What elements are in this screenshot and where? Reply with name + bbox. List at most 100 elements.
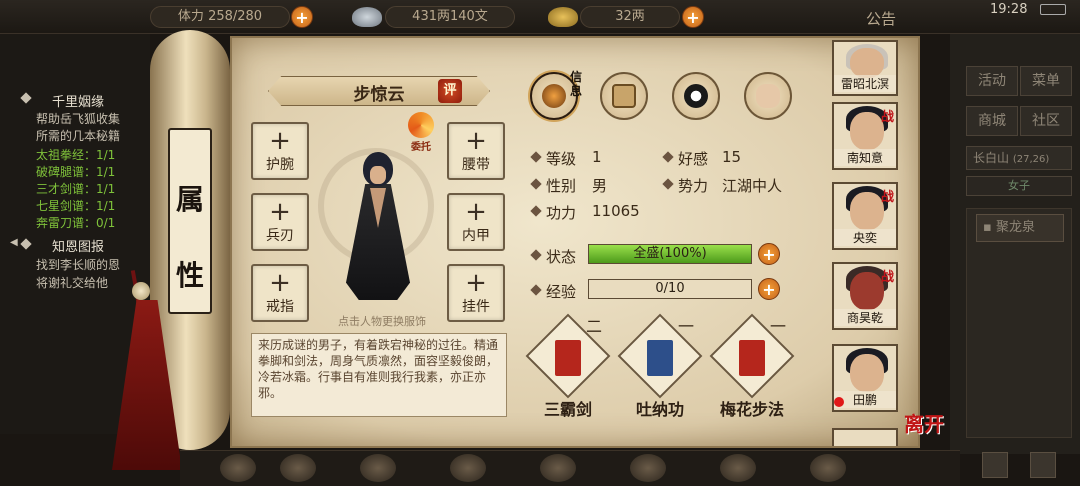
- book-icon: [647, 340, 673, 376]
- level-label: 等级: [546, 150, 577, 168]
- restore-status-button[interactable]: +: [758, 243, 780, 265]
- rate-button[interactable]: 评: [438, 79, 462, 103]
- stamina-label: 体力: [177, 9, 204, 24]
- party-member[interactable]: 雷昭北溟: [832, 40, 898, 96]
- slot-label: 护腕: [266, 157, 294, 173]
- bottom-nav-icon[interactable]: [360, 454, 396, 482]
- quest-item: 太祖拳经：1/1: [36, 148, 116, 162]
- entrust-label: 委托: [411, 142, 431, 153]
- skill-rank: 一: [678, 317, 695, 336]
- tab-skills[interactable]: [672, 72, 720, 120]
- tag-char-1: 属: [175, 183, 204, 216]
- tab-meridians[interactable]: [744, 72, 792, 120]
- character-bio: 来历成谜的男子，有着跌宕神秘的过往。精通拳脚和剑法，周身气质凛然，面容坚毅俊朗，…: [251, 333, 507, 417]
- quest-item: 奔雷刀谱：0/1: [36, 216, 116, 230]
- gender-label: 性别: [546, 177, 577, 195]
- gold-value: 32两: [580, 6, 680, 28]
- menu-button[interactable]: 菜单: [1020, 66, 1072, 96]
- leave-button[interactable]: 离开: [904, 408, 948, 437]
- quest-item: 破碑腿谱：1/1: [36, 165, 116, 179]
- quest-desc-4: 将谢礼交给他: [36, 276, 109, 290]
- plus-icon: +: [465, 126, 487, 156]
- skill-name: 吐纳功: [635, 400, 684, 419]
- party-member[interactable]: 央奕 战: [832, 182, 898, 250]
- plus-icon: +: [269, 197, 291, 227]
- place-name: 聚龙泉: [995, 220, 1035, 235]
- faction-value: 江湖中人: [722, 177, 783, 195]
- entrust-button[interactable]: 委托: [406, 112, 436, 153]
- bottom-nav-icon[interactable]: [810, 454, 846, 482]
- exp-value: 0/10: [655, 281, 685, 296]
- place-item[interactable]: ▪ 聚龙泉: [976, 214, 1064, 242]
- chat-toggle-icon[interactable]: [982, 452, 1008, 478]
- power-label: 功力: [546, 204, 577, 222]
- slot-label: 腰带: [462, 157, 490, 173]
- status-value: 全盛(100%): [633, 246, 707, 261]
- party-member[interactable]: 商昊乾 战: [832, 262, 898, 330]
- tab-inventory[interactable]: [600, 72, 648, 120]
- bag-icon: [612, 84, 636, 108]
- slot-label: 内甲: [462, 228, 490, 244]
- plus-icon: +: [465, 197, 487, 227]
- money-value: 431两140文: [385, 6, 515, 28]
- portrait-face: [850, 112, 884, 150]
- entrust-icon: [408, 112, 434, 138]
- activity-button[interactable]: 活动: [966, 66, 1018, 96]
- status-bar: 全盛(100%): [588, 244, 752, 264]
- slot-wrist[interactable]: + 护腕: [251, 122, 309, 180]
- gold-ingot-icon: [548, 7, 578, 27]
- favor-value: 15: [722, 148, 742, 166]
- battle-badge: 战: [880, 270, 894, 285]
- add-exp-button[interactable]: +: [758, 278, 780, 300]
- community-button[interactable]: 社区: [1020, 106, 1072, 136]
- plus-icon: +: [465, 268, 487, 298]
- slot-pendant[interactable]: + 挂件: [447, 264, 505, 322]
- skill-rank: 一: [770, 317, 787, 336]
- battery-icon: [1040, 4, 1066, 15]
- chat-channel-icon[interactable]: [1030, 452, 1056, 478]
- location-coords: (27,26): [1012, 154, 1050, 165]
- stamina-value: 258/280: [208, 9, 263, 24]
- faction-label: 势力: [678, 177, 709, 195]
- plus-icon: +: [269, 126, 291, 156]
- slot-belt[interactable]: + 腰带: [447, 122, 505, 180]
- add-gold-button[interactable]: +: [682, 6, 704, 28]
- bottom-nav-icon[interactable]: [540, 454, 576, 482]
- slot-ring[interactable]: + 戒指: [251, 264, 309, 322]
- slot-armor[interactable]: + 内甲: [447, 193, 505, 251]
- party-member-name: 南知意: [834, 149, 896, 166]
- red-dot-icon: [834, 397, 844, 407]
- battle-badge: 战: [880, 190, 894, 205]
- skill-rank: 二: [586, 317, 603, 336]
- hat-icon: [542, 84, 566, 108]
- book-icon: [555, 340, 581, 376]
- bottom-nav-icon[interactable]: [220, 454, 256, 482]
- slot-label: 戒指: [266, 299, 294, 315]
- quest-title-2[interactable]: 知恩图报: [52, 236, 104, 255]
- collapse-arrow-icon[interactable]: ◀: [10, 237, 18, 248]
- portrait-face: [850, 48, 884, 78]
- portrait-face: [850, 192, 884, 230]
- party-member[interactable]: 南知意 战: [832, 102, 898, 170]
- notice-button[interactable]: 公告: [866, 8, 896, 29]
- channel-tab[interactable]: 女子: [966, 176, 1072, 196]
- plus-icon: +: [269, 268, 291, 298]
- battle-badge: 战: [880, 110, 894, 125]
- bagua-icon: [684, 84, 708, 108]
- tab-info-label: 信息: [570, 70, 583, 98]
- slot-weapon[interactable]: + 兵刃: [251, 193, 309, 251]
- quest-title-1[interactable]: 千里姻缘: [52, 91, 104, 110]
- tag-char-2: 性: [175, 259, 204, 292]
- bottom-nav-icon[interactable]: [280, 454, 316, 482]
- party-member-partial[interactable]: [832, 428, 898, 446]
- character-face: [370, 166, 386, 184]
- bottom-nav-icon[interactable]: [450, 454, 486, 482]
- bottom-nav-icon[interactable]: [630, 454, 666, 482]
- shop-button[interactable]: 商城: [966, 106, 1018, 136]
- add-stamina-button[interactable]: +: [291, 6, 313, 28]
- skill-name: 三霸剑: [543, 400, 592, 419]
- bottom-nav-icon[interactable]: [720, 454, 756, 482]
- location-display[interactable]: 长白山 (27,26): [966, 146, 1072, 170]
- outfit-hint: 点击人物更换服饰: [338, 315, 426, 328]
- quest-desc-3: 找到李长顺的恩: [36, 258, 121, 272]
